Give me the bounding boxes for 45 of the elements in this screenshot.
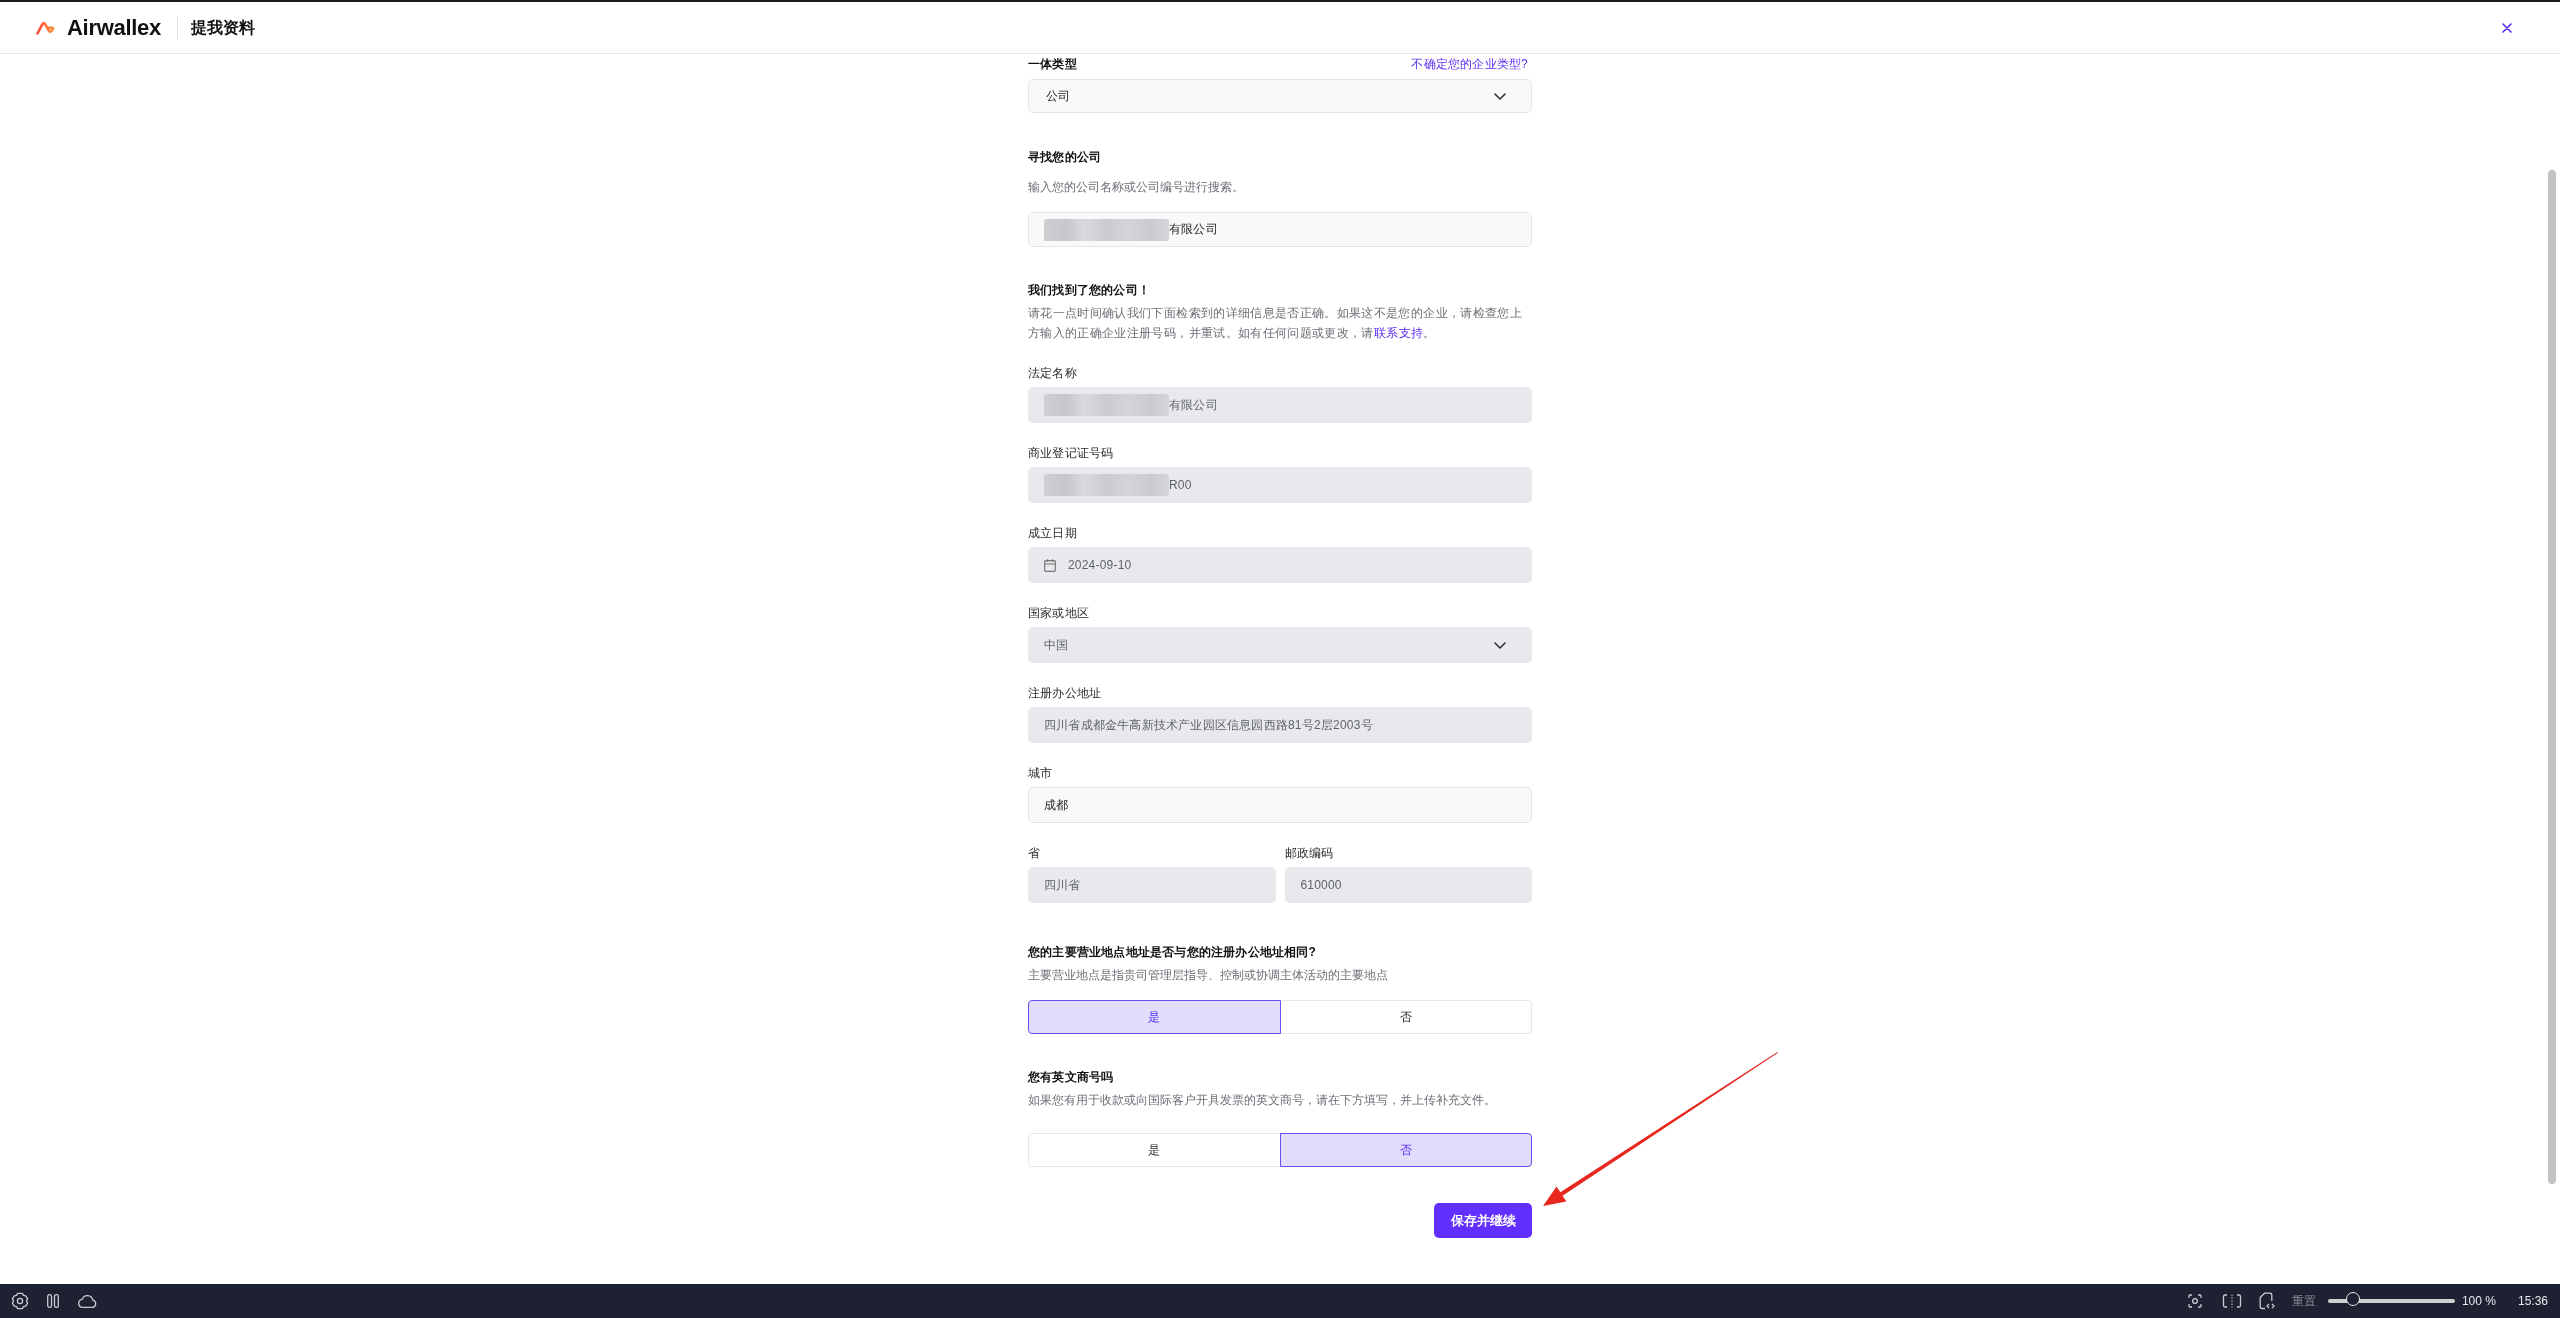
field-label: 邮政编码	[1284, 845, 1335, 862]
field-label: 省	[1028, 845, 1042, 862]
chevron-down-icon	[1494, 92, 1506, 100]
scrollbar-thumb[interactable]	[2548, 170, 2556, 1184]
hint-text: 如果您有用于收款或向国际客户开具发票的英文商号，请在下方填写，并上传补充文件。	[1028, 1092, 1497, 1109]
save-button[interactable]: 保存并继续	[1434, 1203, 1532, 1238]
toggle-option[interactable]: 是	[1028, 1000, 1281, 1034]
help-link[interactable]: 不确定您的企业类型?	[1411, 55, 1532, 73]
section-title: 寻找您的公司	[1028, 149, 1103, 166]
field-label: 成立日期	[1028, 525, 1078, 542]
toggle-option[interactable]: 否	[1279, 1000, 1532, 1034]
pause-icon[interactable]	[47, 1294, 59, 1308]
question-title: 您的主要营业地点地址是否与您的注册办公地址相同?	[1028, 944, 1318, 961]
field-label: 商业登记证号码	[1028, 445, 1115, 462]
field-label: 法定名称	[1028, 365, 1078, 382]
field-label: 国家或地区	[1028, 605, 1090, 622]
zoom-slider-thumb[interactable]	[2346, 1292, 2361, 1306]
field-label: 城市	[1028, 765, 1054, 782]
hint-text: 主要营业地点是指贵司管理层指导、控制或协调主体活动的主要地点	[1028, 967, 1389, 984]
notice-text: 请花一点时间确认我们下面检索到的详细信息是否正确。如果这不是您的企业，请检查您上方输入的正确企业注册号码，并重试。如有任何问题或更改，请联系支持。	[1028, 305, 1523, 342]
close-icon	[2502, 22, 2512, 33]
input-field[interactable]: 有限公司	[1028, 212, 1532, 247]
scan-frame-icon[interactable]	[2187, 1294, 2202, 1308]
logo-icon	[36, 20, 55, 35]
chevron-down-icon	[1494, 641, 1506, 649]
support-link[interactable]: 联系支持	[1373, 326, 1424, 340]
field-label: 一体类型	[1028, 56, 1077, 73]
page-title: 提我资料	[190, 17, 255, 38]
toggle-option[interactable]: 是	[1028, 1133, 1281, 1167]
split-frame-icon[interactable]	[2221, 1294, 2242, 1308]
hint-text: 输入您的公司名称或公司编号进行搜索。	[1028, 179, 1245, 196]
settings-icon[interactable]	[11, 1292, 29, 1310]
input-field[interactable]: 成都	[1028, 787, 1532, 823]
code-file-icon[interactable]	[2258, 1292, 2275, 1310]
dropdown-field[interactable]: 公司	[1028, 79, 1532, 113]
brand-name: Airwallex	[67, 14, 161, 41]
field-label: 注册办公地址	[1028, 685, 1103, 702]
calendar-icon	[1044, 558, 1056, 572]
question-title: 您有英文商号吗	[1028, 1069, 1115, 1086]
zoom-reading: 100 %	[2461, 1293, 2496, 1309]
section-title: 我们找到了您的公司！	[1028, 282, 1151, 299]
zoom-reset-label[interactable]: 重置	[2291, 1293, 2316, 1309]
toggle-option[interactable]: 否	[1279, 1133, 1532, 1167]
cloud-icon[interactable]	[77, 1294, 97, 1308]
clock-text: 15:36	[2517, 1293, 2548, 1309]
